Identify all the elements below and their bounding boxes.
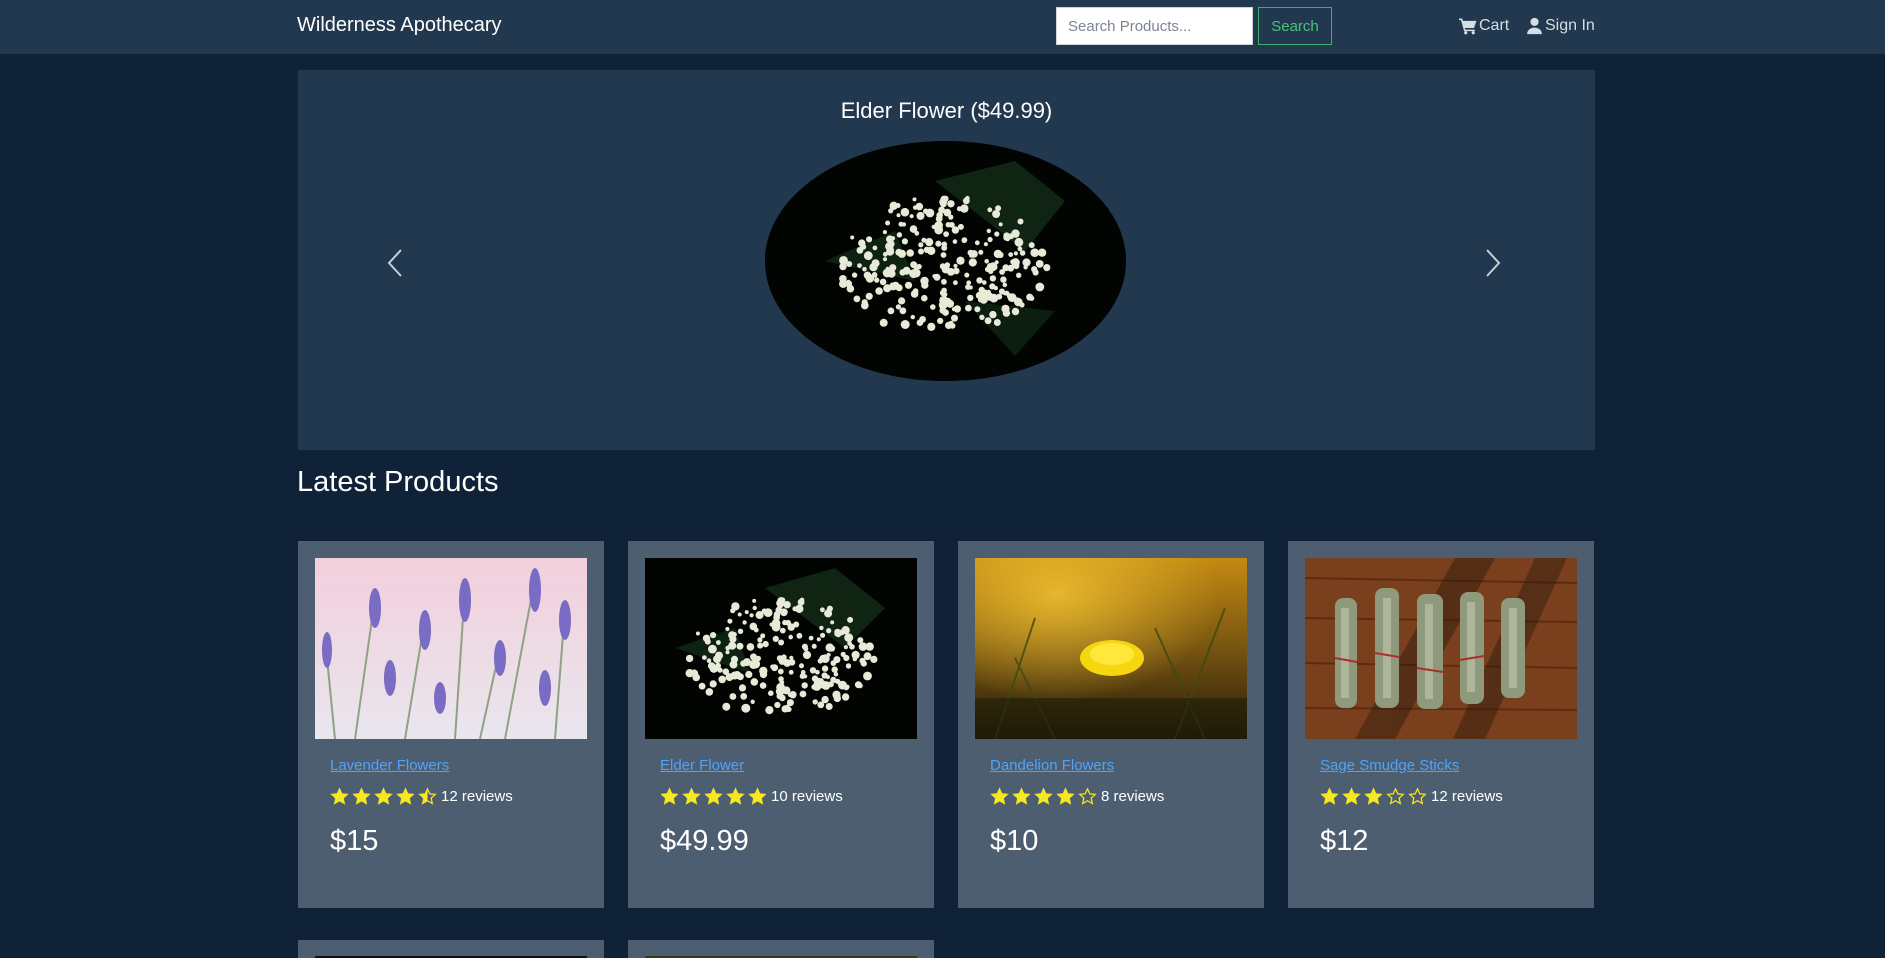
product-price: $15 <box>330 825 379 857</box>
product-price: $10 <box>990 825 1039 857</box>
dandelion-image <box>975 558 1247 739</box>
search-input[interactable] <box>1056 7 1253 45</box>
review-count: 8 reviews <box>1101 787 1165 805</box>
carousel-caption: Elder Flower ($49.99) <box>840 98 1053 123</box>
product-card-partial <box>298 940 604 958</box>
star-full-icon <box>396 787 415 805</box>
chevron-right-icon <box>1486 249 1501 277</box>
product-image[interactable] <box>645 558 917 739</box>
rating-stars <box>1320 787 1430 805</box>
lavender-image <box>315 558 587 739</box>
product-card: Sage Smudge Sticks 12 reviews $12 <box>1288 541 1594 908</box>
star-full-icon <box>704 787 723 805</box>
product-image[interactable] <box>975 558 1247 739</box>
star-full-icon <box>1342 787 1361 805</box>
star-empty-icon <box>1078 787 1097 805</box>
latest-products-title: Latest Products <box>297 466 499 498</box>
elderflower-image <box>765 141 1126 381</box>
star-full-icon <box>682 787 701 805</box>
product-name-link[interactable]: Lavender Flowers <box>330 757 449 774</box>
product-card: Lavender Flowers 12 reviews $15 <box>298 541 604 908</box>
rating-stars <box>990 787 1100 805</box>
product-name-link[interactable]: Dandelion Flowers <box>990 757 1114 774</box>
search-button[interactable]: Search <box>1258 7 1332 45</box>
cart-icon <box>1459 18 1477 35</box>
product-rating: 10 reviews <box>660 787 843 805</box>
signin-link[interactable]: Sign In <box>1525 15 1595 37</box>
star-full-icon <box>374 787 393 805</box>
review-count: 10 reviews <box>771 787 843 805</box>
product-rating: 8 reviews <box>990 787 1164 805</box>
rating-stars <box>660 787 770 805</box>
cart-link[interactable]: Cart <box>1459 15 1509 37</box>
star-full-icon <box>1056 787 1075 805</box>
star-full-icon <box>660 787 679 805</box>
star-full-icon <box>1012 787 1031 805</box>
cart-label: Cart <box>1479 17 1510 34</box>
star-empty-icon <box>1408 787 1427 805</box>
elderflower-image <box>645 558 917 739</box>
star-full-icon <box>1320 787 1339 805</box>
sage-image <box>1305 558 1577 739</box>
product-price: $49.99 <box>660 825 749 857</box>
product-card-partial <box>628 940 934 958</box>
product-card: Dandelion Flowers 8 reviews $10 <box>958 541 1264 908</box>
product-price: $12 <box>1320 825 1369 857</box>
star-full-icon <box>726 787 745 805</box>
product-image[interactable] <box>315 558 587 739</box>
rating-stars <box>330 787 440 805</box>
signin-label: Sign In <box>1545 17 1595 34</box>
review-count: 12 reviews <box>1431 787 1503 805</box>
star-full-icon <box>990 787 1009 805</box>
star-full-icon <box>1034 787 1053 805</box>
navbar: Wilderness Apothecary Search Cart Sign I… <box>0 0 1885 54</box>
star-half-icon <box>418 787 437 805</box>
product-rating: 12 reviews <box>330 787 513 805</box>
user-icon <box>1527 17 1542 35</box>
product-image[interactable] <box>1305 558 1577 739</box>
star-full-icon <box>330 787 349 805</box>
product-name-link[interactable]: Sage Smudge Sticks <box>1320 757 1459 774</box>
star-empty-icon <box>1386 787 1405 805</box>
product-name-link[interactable]: Elder Flower <box>660 757 744 774</box>
product-carousel: Elder Flower ($49.99) <box>298 70 1595 450</box>
carousel-prev-button[interactable] <box>380 243 410 283</box>
star-full-icon <box>1364 787 1383 805</box>
star-full-icon <box>748 787 767 805</box>
star-full-icon <box>352 787 371 805</box>
carousel-product-image[interactable] <box>765 141 1126 381</box>
product-card: Elder Flower 10 reviews $49.99 <box>628 541 934 908</box>
carousel-next-button[interactable] <box>1478 243 1508 283</box>
brand-link[interactable]: Wilderness Apothecary <box>297 14 502 37</box>
chevron-left-icon <box>387 249 402 277</box>
review-count: 12 reviews <box>441 787 513 805</box>
product-rating: 12 reviews <box>1320 787 1503 805</box>
